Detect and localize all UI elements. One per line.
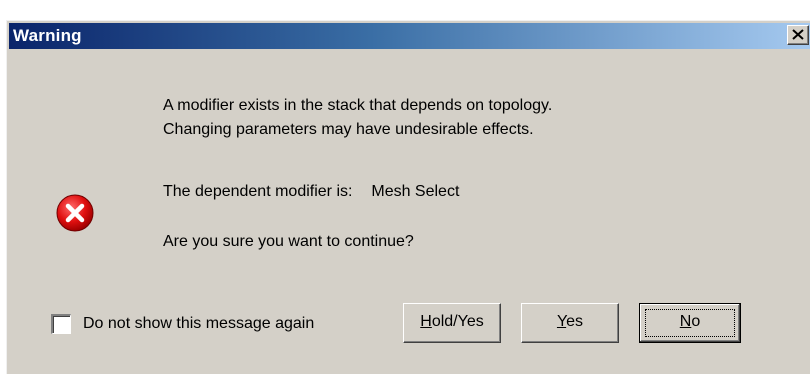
dependent-modifier-value: Mesh Select	[371, 183, 460, 200]
hold-yes-label: old/Yes	[431, 313, 484, 330]
no-button[interactable]: No	[639, 303, 741, 343]
confirmation-question: Are you sure you want to continue?	[163, 233, 414, 250]
do-not-show-label[interactable]: Do not show this message again	[83, 315, 314, 333]
do-not-show-checkbox[interactable]	[51, 314, 71, 334]
close-button[interactable]	[787, 25, 809, 45]
window-title: Warning	[13, 26, 82, 45]
message-line-1: A modifier exists in the stack that depe…	[163, 97, 553, 114]
hold-yes-mnemonic: H	[420, 313, 432, 330]
no-mnemonic: N	[679, 313, 692, 330]
message-line-2: Changing parameters may have undesirable…	[163, 121, 534, 138]
close-icon	[792, 29, 804, 40]
warning-dialog: Warning A modifier exists in the stack t…	[6, 20, 810, 374]
title-bar[interactable]: Warning	[9, 23, 810, 49]
dependent-modifier-label: The dependent modifier is:	[163, 183, 353, 200]
no-label: o	[691, 313, 701, 330]
yes-mnemonic: Y	[556, 313, 567, 330]
hold-yes-button[interactable]: Hold/Yes	[403, 303, 501, 343]
yes-label: es	[566, 313, 584, 330]
dependent-modifier-text: The dependent modifier is: Mesh Select	[163, 183, 459, 201]
error-icon	[56, 194, 94, 232]
yes-button[interactable]: Yes	[521, 303, 619, 343]
